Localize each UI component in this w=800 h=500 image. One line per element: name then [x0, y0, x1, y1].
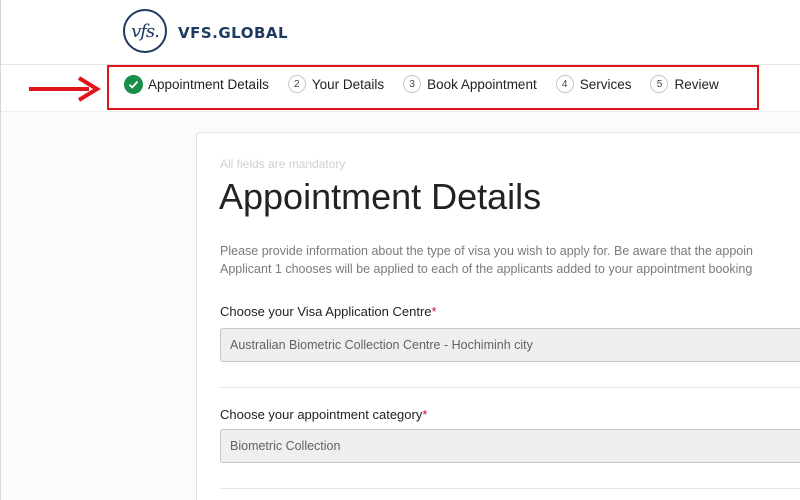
- category-label-text: Choose your appointment category: [220, 407, 423, 422]
- arrow-right-icon: [29, 76, 101, 102]
- logo-text[interactable]: VFS.GLOBAL: [178, 24, 288, 42]
- vfs-logo-icon[interactable]: vfs.: [123, 9, 167, 53]
- centre-label-text: Choose your Visa Application Centre: [220, 304, 432, 319]
- logo-mark: vfs.: [131, 20, 160, 42]
- centre-select-value: Australian Biometric Collection Centre -…: [230, 338, 533, 352]
- annotation-highlight-box: [107, 65, 759, 110]
- category-label: Choose your appointment category*: [220, 407, 427, 422]
- category-select[interactable]: Biometric Collection: [220, 429, 800, 463]
- divider: [220, 387, 800, 388]
- centre-select[interactable]: Australian Biometric Collection Centre -…: [220, 328, 800, 362]
- centre-label: Choose your Visa Application Centre*: [220, 304, 437, 319]
- page: vfs. VFS.GLOBAL Appointment Details 2 Yo…: [0, 0, 800, 500]
- intro-line: Please provide information about the typ…: [220, 244, 753, 258]
- intro-text: Please provide information about the typ…: [220, 242, 800, 278]
- mandatory-note: All fields are mandatory: [220, 157, 346, 171]
- site-header: vfs. VFS.GLOBAL: [1, 0, 800, 65]
- required-marker: *: [431, 304, 437, 319]
- divider: [220, 488, 800, 489]
- category-select-value: Biometric Collection: [230, 439, 341, 453]
- page-title: Appointment Details: [219, 176, 542, 217]
- intro-line: Applicant 1 chooses will be applied to e…: [220, 262, 753, 276]
- required-marker: *: [422, 407, 428, 422]
